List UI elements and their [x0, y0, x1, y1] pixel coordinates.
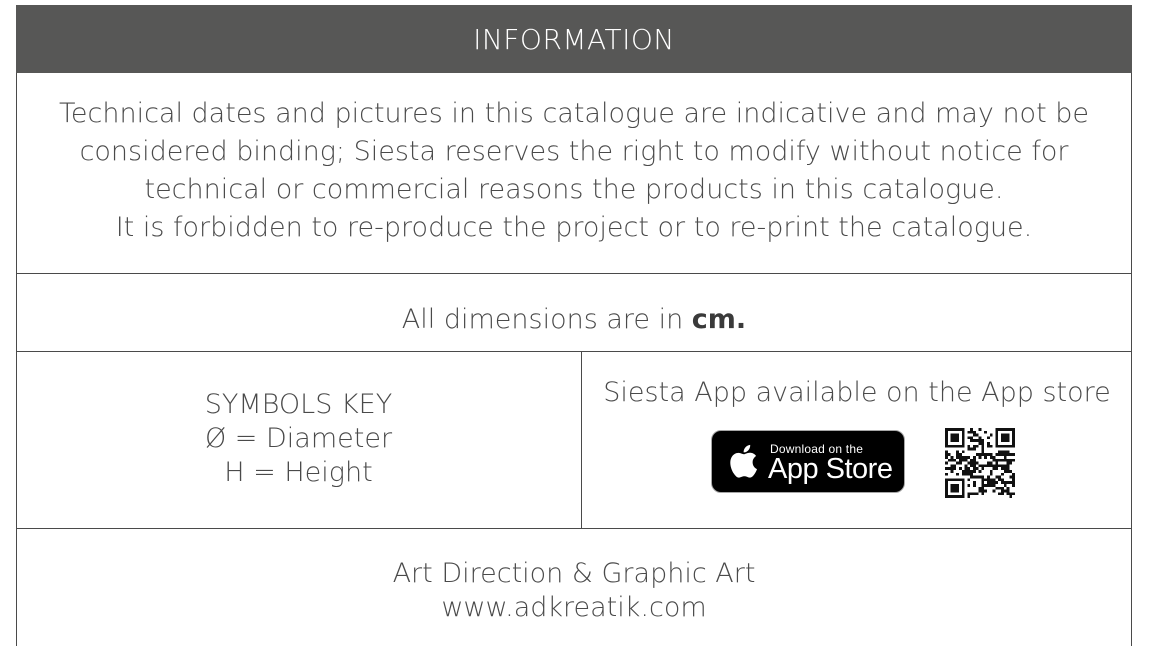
qr-code-icon[interactable]	[945, 428, 1015, 498]
section-header: INFORMATION	[16, 5, 1132, 73]
credits-link[interactable]: www.adkreatik.com	[16, 591, 1132, 625]
disclaimer-line: It is forbidden to re-produce the projec…	[115, 212, 1033, 243]
symbol-item: H = Height	[224, 457, 373, 488]
header-title: INFORMATION	[473, 22, 675, 56]
symbol-item: Ø = Diameter	[204, 423, 393, 454]
symbols-key: SYMBOLS KEY Ø = Diameter H = Height	[16, 388, 581, 490]
information-panel: INFORMATION Technical dates and pictures…	[16, 5, 1132, 646]
dimensions-unit: cm.	[691, 304, 747, 335]
dimensions-note: All dimensions are in cm.	[16, 303, 1132, 337]
symbols-title: SYMBOLS KEY	[204, 389, 393, 420]
credits: Art Direction & Graphic Art www.adkreati…	[16, 557, 1132, 625]
disclaimer-text: Technical dates and pictures in this cat…	[16, 95, 1132, 247]
app-store-badge[interactable]: Download on the App Store	[711, 430, 905, 493]
badge-big-text: App Store	[768, 453, 893, 485]
app-promo: Siesta App available on the App store Do…	[582, 376, 1132, 498]
divider	[16, 351, 1132, 352]
divider	[16, 273, 1132, 274]
divider	[16, 528, 1132, 529]
disclaimer-line: technical or commercial reasons the prod…	[144, 174, 1004, 205]
app-title: Siesta App available on the App store	[603, 377, 1111, 408]
credits-line: Art Direction & Graphic Art	[392, 558, 756, 589]
disclaimer-line: considered binding; Siesta reserves the …	[79, 136, 1069, 167]
dimensions-text: All dimensions are in	[401, 304, 692, 335]
apple-icon	[730, 444, 757, 478]
disclaimer-line: Technical dates and pictures in this cat…	[58, 98, 1089, 129]
